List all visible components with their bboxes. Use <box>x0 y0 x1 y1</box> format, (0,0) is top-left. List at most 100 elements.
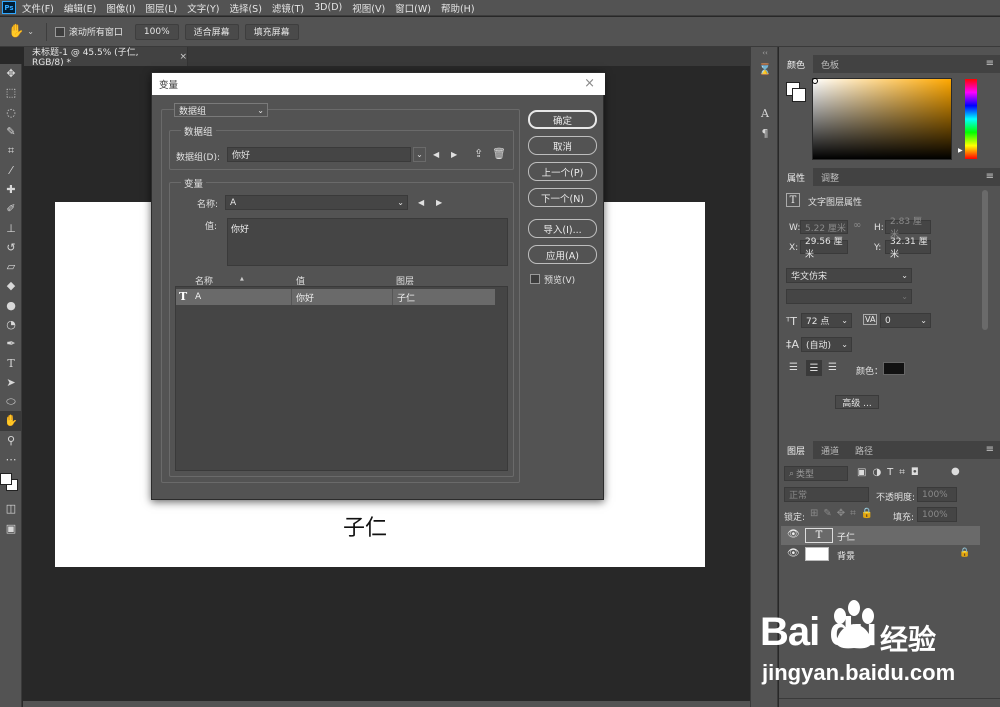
history-panel-icon[interactable]: ⌛ <box>751 59 779 79</box>
menu-layer[interactable]: 图层(L) <box>146 1 178 15</box>
path-select-tool-icon[interactable]: ➤ <box>0 373 22 392</box>
lock-icons[interactable]: ⊞✎✥⌗🔒 <box>810 508 878 519</box>
font-family-select[interactable]: 华文仿宋 ⌄ <box>786 268 912 283</box>
dataset-field[interactable]: 你好 <box>227 147 411 162</box>
stamp-tool-icon[interactable]: ⊥ <box>0 218 22 237</box>
photoshop-logo-icon[interactable]: Ps <box>2 1 16 14</box>
quick-mask-icon[interactable]: ◫ <box>0 499 22 518</box>
variable-value-textarea[interactable]: 你好 <box>227 218 508 266</box>
next-button[interactable]: 下一个(N) <box>528 188 597 207</box>
menu-window[interactable]: 窗口(W) <box>395 1 431 15</box>
opacity-field[interactable]: 100% <box>917 487 957 502</box>
mode-select[interactable]: 数据组 ⌄ <box>174 103 268 117</box>
ellipse-tool-icon[interactable]: ⬭ <box>0 392 22 411</box>
properties-scrollbar[interactable] <box>982 190 988 330</box>
preview-checkbox[interactable] <box>530 274 540 284</box>
y-field[interactable]: 32.31 厘米 <box>885 237 931 260</box>
menu-view[interactable]: 视图(V) <box>352 1 385 15</box>
filter-toggle-icon[interactable]: ● <box>951 466 960 477</box>
variable-prev-arrow-icon[interactable]: ◀ <box>418 198 424 207</box>
x-field[interactable]: 29.56 厘米 <box>800 237 848 260</box>
save-dataset-icon[interactable]: ⇪ <box>474 147 483 160</box>
crop-tool-icon[interactable]: ⌗ <box>0 141 22 160</box>
table-row[interactable]: T A 你好 子仁 <box>176 289 495 305</box>
variable-name-select[interactable]: A ⌄ <box>225 195 408 210</box>
layers-panel-menu-icon[interactable]: ≡ <box>986 444 994 455</box>
menu-edit[interactable]: 编辑(E) <box>64 1 96 15</box>
font-size-field[interactable]: 72 点 ⌄ <box>801 313 852 328</box>
paragraph-panel-icon[interactable]: ¶ <box>751 123 779 143</box>
text-color-swatch[interactable] <box>883 362 905 375</box>
tab-layers[interactable]: 图层 <box>779 441 814 459</box>
variable-next-arrow-icon[interactable]: ▶ <box>436 198 442 207</box>
blur-tool-icon[interactable]: ● <box>0 296 22 315</box>
layer-row-background[interactable]: 👁 背景 🔒 <box>781 545 980 564</box>
menu-select[interactable]: 选择(S) <box>229 1 261 15</box>
fit-screen-button[interactable]: 适合屏幕 <box>184 23 239 40</box>
width-field[interactable]: 5.22 厘米 <box>800 220 848 234</box>
menu-help[interactable]: 帮助(H) <box>441 1 475 15</box>
link-dimensions-icon[interactable]: ∞ <box>853 220 861 231</box>
hue-slider[interactable] <box>965 79 977 159</box>
dodge-tool-icon[interactable]: ◔ <box>0 315 22 334</box>
delete-dataset-icon[interactable]: 🗑 <box>492 147 506 160</box>
dataset-prev-arrow-icon[interactable]: ◀ <box>433 150 439 159</box>
document-tab[interactable]: 未标题-1 @ 45.5% (子仁, RGB/8) * × <box>24 47 188 68</box>
quick-select-tool-icon[interactable]: ✎ <box>0 122 22 141</box>
dialog-titlebar[interactable]: 变量 <box>152 73 605 95</box>
panel-collapse-arrows-icon[interactable]: ‹‹ <box>751 47 779 59</box>
layer-row-text[interactable]: 👁 T 子仁 <box>781 526 980 545</box>
color-picker-field[interactable] <box>812 78 952 160</box>
leading-field[interactable]: (自动) ⌄ <box>801 337 852 352</box>
background-visibility-eye-icon[interactable]: 👁 <box>787 548 800 559</box>
zoom-100-button[interactable]: 100% <box>134 23 179 40</box>
blend-mode-select[interactable]: 正常 <box>784 487 869 502</box>
menu-filter[interactable]: 滤镜(T) <box>272 1 304 15</box>
panel-background-swatch[interactable] <box>792 88 806 102</box>
document-tab-close-icon[interactable]: × <box>179 52 187 62</box>
dataset-next-arrow-icon[interactable]: ▶ <box>451 150 457 159</box>
align-left-icon[interactable]: ☰ <box>789 362 798 373</box>
dataset-dropdown-chevron-icon[interactable]: ⌄ <box>413 147 426 162</box>
layer-filter-icons[interactable]: ▣◑T⌗◘ <box>857 467 925 478</box>
tracking-field[interactable]: 0 ⌄ <box>880 313 931 328</box>
advanced-button[interactable]: 高级 ... <box>835 395 879 409</box>
character-panel-icon[interactable]: A <box>751 103 779 123</box>
screen-mode-icon[interactable]: ▣ <box>0 519 22 538</box>
dialog-close-icon[interactable]: × <box>584 76 595 91</box>
tab-color[interactable]: 颜色 <box>779 55 814 73</box>
move-tool-icon[interactable]: ✥ <box>0 64 22 83</box>
import-button[interactable]: 导入(I)... <box>528 219 597 238</box>
more-tools-icon[interactable]: ⋯ <box>0 450 22 469</box>
tab-swatches[interactable]: 色板 <box>813 55 847 73</box>
font-style-select[interactable]: ⌄ <box>786 289 912 304</box>
cancel-button[interactable]: 取消 <box>528 136 597 155</box>
fill-screen-button[interactable]: 填充屏幕 <box>244 23 299 40</box>
previous-button[interactable]: 上一个(P) <box>528 162 597 181</box>
tab-adjustments[interactable]: 调整 <box>813 168 847 186</box>
ok-button[interactable]: 确定 <box>528 110 597 129</box>
properties-panel-menu-icon[interactable]: ≡ <box>986 171 994 182</box>
eraser-tool-icon[interactable]: ▱ <box>0 257 22 276</box>
apply-button[interactable]: 应用(A) <box>528 245 597 264</box>
sort-ascending-icon[interactable]: ▲ <box>240 276 244 282</box>
tool-preset-chevron-icon[interactable]: ⌄ <box>27 27 34 36</box>
marquee-tool-icon[interactable]: ⬚ <box>0 83 22 102</box>
menu-3d[interactable]: 3D(D) <box>314 2 342 13</box>
brush-tool-icon[interactable]: ✐ <box>0 199 22 218</box>
tab-paths[interactable]: 路径 <box>847 441 881 459</box>
height-field[interactable]: 2.83 厘米 <box>885 217 931 240</box>
eyedropper-tool-icon[interactable]: ⁄ <box>0 160 22 179</box>
color-picker-cursor-icon[interactable] <box>812 78 818 84</box>
history-brush-tool-icon[interactable]: ↺ <box>0 238 22 257</box>
hue-slider-handle-icon[interactable]: ▶ <box>958 147 963 154</box>
layer-filter-select[interactable]: ⌕ 类型 <box>784 466 848 481</box>
fill-field[interactable]: 100% <box>917 507 957 522</box>
paint-bucket-tool-icon[interactable]: ◆ <box>0 276 22 295</box>
layer-visibility-eye-icon[interactable]: 👁 <box>787 529 800 540</box>
scroll-all-windows-checkbox[interactable] <box>54 26 65 37</box>
tab-properties[interactable]: 属性 <box>779 168 814 186</box>
menu-image[interactable]: 图像(I) <box>106 1 135 15</box>
tab-channels[interactable]: 通道 <box>813 441 847 459</box>
hand-tool-icon[interactable]: ✋ <box>0 411 22 431</box>
